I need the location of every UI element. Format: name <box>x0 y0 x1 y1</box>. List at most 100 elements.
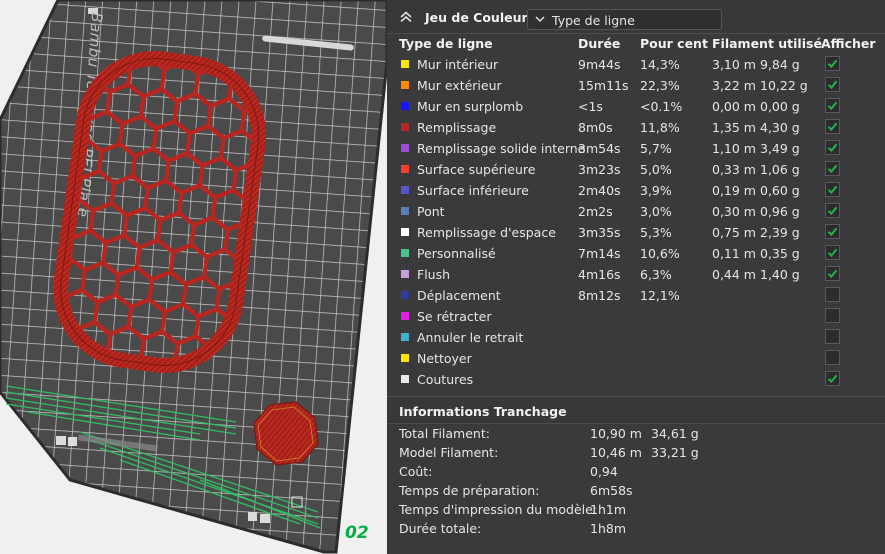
color-swatch <box>401 375 409 383</box>
line-type-duration: 9m44s <box>578 57 621 72</box>
col-header-type: Type de ligne <box>399 36 493 51</box>
color-swatch <box>401 144 409 152</box>
line-type-percent: 12,1% <box>640 288 680 303</box>
color-swatch <box>401 165 409 173</box>
show-checkbox[interactable] <box>825 371 840 386</box>
color-swatch <box>401 60 409 68</box>
check-icon <box>827 206 838 216</box>
filament-weight: 0,00 g <box>760 99 800 114</box>
collapse-chevron-icon[interactable] <box>399 11 413 23</box>
filament-weight: 10,22 g <box>760 78 808 93</box>
col-header-percent: Pour cent <box>640 36 708 51</box>
line-type-duration: 3m35s <box>578 225 621 240</box>
info-value: 1h1m <box>590 502 627 517</box>
check-icon <box>827 164 838 174</box>
info-value: 10,90 m <box>590 426 642 441</box>
show-checkbox[interactable] <box>825 77 840 92</box>
slicing-info-row: Model Filament: 10,46 m 33,21 g <box>387 443 885 462</box>
slicing-info-row: Total Filament: 10,90 m 34,61 g <box>387 424 885 443</box>
show-checkbox[interactable] <box>825 56 840 71</box>
filament-length: 0,75 m <box>712 225 756 240</box>
slicing-info-title: Informations Tranchage <box>399 404 567 419</box>
legend-title: Jeu de Couleur <box>425 10 528 25</box>
show-checkbox[interactable] <box>825 329 840 344</box>
color-swatch <box>401 186 409 194</box>
line-type-name: Personnalisé <box>417 246 496 261</box>
line-type-name: Mur en surplomb <box>417 99 524 114</box>
check-icon <box>827 248 838 258</box>
show-checkbox[interactable] <box>825 287 840 302</box>
show-checkbox[interactable] <box>825 119 840 134</box>
filament-weight: 9,84 g <box>760 57 800 72</box>
line-type-duration: 8m0s <box>578 120 613 135</box>
col-header-show: Afficher <box>821 36 876 51</box>
line-type-duration: 2m40s <box>578 183 621 198</box>
line-type-name: Flush <box>417 267 451 282</box>
legend-row: Mur en surplomb <1s <0.1% 0,00 m 0,00 g <box>387 96 885 117</box>
filament-length: 0,30 m <box>712 204 756 219</box>
color-swatch <box>401 291 409 299</box>
color-swatch <box>401 270 409 278</box>
show-checkbox[interactable] <box>825 245 840 260</box>
legend-row: Annuler le retrait <box>387 327 885 348</box>
slicing-info-row: Temps d'impression du modèle: 1h1m <box>387 500 885 519</box>
slicing-info-row: Coût: 0,94 <box>387 462 885 481</box>
line-type-percent: 6,3% <box>640 267 672 282</box>
filament-weight: 3,49 g <box>760 141 800 156</box>
filament-weight: 0,35 g <box>760 246 800 261</box>
3d-viewport[interactable]: Bambu Textured PEI Plate 02 <box>0 0 387 554</box>
info-value-secondary: 33,21 g <box>651 445 699 460</box>
legend-row: Remplissage solide interne 3m54s 5,7% 1,10 … <box>387 138 885 159</box>
line-type-name: Se rétracter <box>417 309 492 324</box>
plate-qr-icon <box>56 436 66 445</box>
line-type-name: Mur extérieur <box>417 78 502 93</box>
line-type-duration: 15m11s <box>578 78 629 93</box>
line-type-duration: 8m12s <box>578 288 621 303</box>
line-type-percent: 22,3% <box>640 78 680 93</box>
legend-row: Mur extérieur 15m11s 22,3% 3,22 m 10,22 g <box>387 75 885 96</box>
legend-row: Remplissage 8m0s 11,8% 1,35 m 4,30 g <box>387 117 885 138</box>
check-icon <box>827 59 838 69</box>
line-type-name: Remplissage d'espace <box>417 225 556 240</box>
show-checkbox[interactable] <box>825 224 840 239</box>
info-value-secondary: 34,61 g <box>651 426 699 441</box>
line-type-percent: 5,7% <box>640 141 672 156</box>
line-type-duration: <1s <box>578 99 603 114</box>
check-icon <box>827 101 838 111</box>
legend-panel: Jeu de Couleur Type de ligne Type de lig… <box>387 0 885 554</box>
line-type-percent: 3,0% <box>640 204 672 219</box>
legend-row: Remplissage d'espace 3m35s 5,3% 0,75 m 2,39 … <box>387 222 885 243</box>
filament-weight: 2,39 g <box>760 225 800 240</box>
info-label: Model Filament: <box>399 445 499 460</box>
show-checkbox[interactable] <box>825 161 840 176</box>
check-icon <box>827 374 838 384</box>
legend-row: Déplacement 8m12s 12,1% <box>387 285 885 306</box>
check-icon <box>827 122 838 132</box>
view-type-select[interactable]: Type de ligne <box>527 9 722 30</box>
show-checkbox[interactable] <box>825 266 840 281</box>
show-checkbox[interactable] <box>825 98 840 113</box>
legend-row: Surface supérieure 3m23s 5,0% 0,33 m 1,06 g <box>387 159 885 180</box>
show-checkbox[interactable] <box>825 350 840 365</box>
show-checkbox[interactable] <box>825 308 840 323</box>
filament-weight: 4,30 g <box>760 120 800 135</box>
line-type-name: Remplissage solide interne <box>417 141 586 156</box>
line-type-name: Mur intérieur <box>417 57 499 72</box>
line-type-percent: 14,3% <box>640 57 680 72</box>
line-type-percent: 11,8% <box>640 120 680 135</box>
show-checkbox[interactable] <box>825 203 840 218</box>
view-select-value: Type de ligne <box>552 13 635 28</box>
slicing-info-row: Durée totale: 1h8m <box>387 519 885 538</box>
plate-number: 02 <box>345 523 369 543</box>
line-type-name: Surface supérieure <box>417 162 536 177</box>
show-checkbox[interactable] <box>825 140 840 155</box>
info-value: 10,46 m <box>590 445 642 460</box>
show-checkbox[interactable] <box>825 182 840 197</box>
line-type-percent: 3,9% <box>640 183 672 198</box>
filament-length: 0,44 m <box>712 267 756 282</box>
legend-row: Flush 4m16s 6,3% 0,44 m 1,40 g <box>387 264 885 285</box>
legend-row: Pont 2m2s 3,0% 0,30 m 0,96 g <box>387 201 885 222</box>
line-type-name: Surface inférieure <box>417 183 529 198</box>
legend-row: Surface inférieure 2m40s 3,9% 0,19 m 0,60 g <box>387 180 885 201</box>
info-label: Coût: <box>399 464 433 479</box>
